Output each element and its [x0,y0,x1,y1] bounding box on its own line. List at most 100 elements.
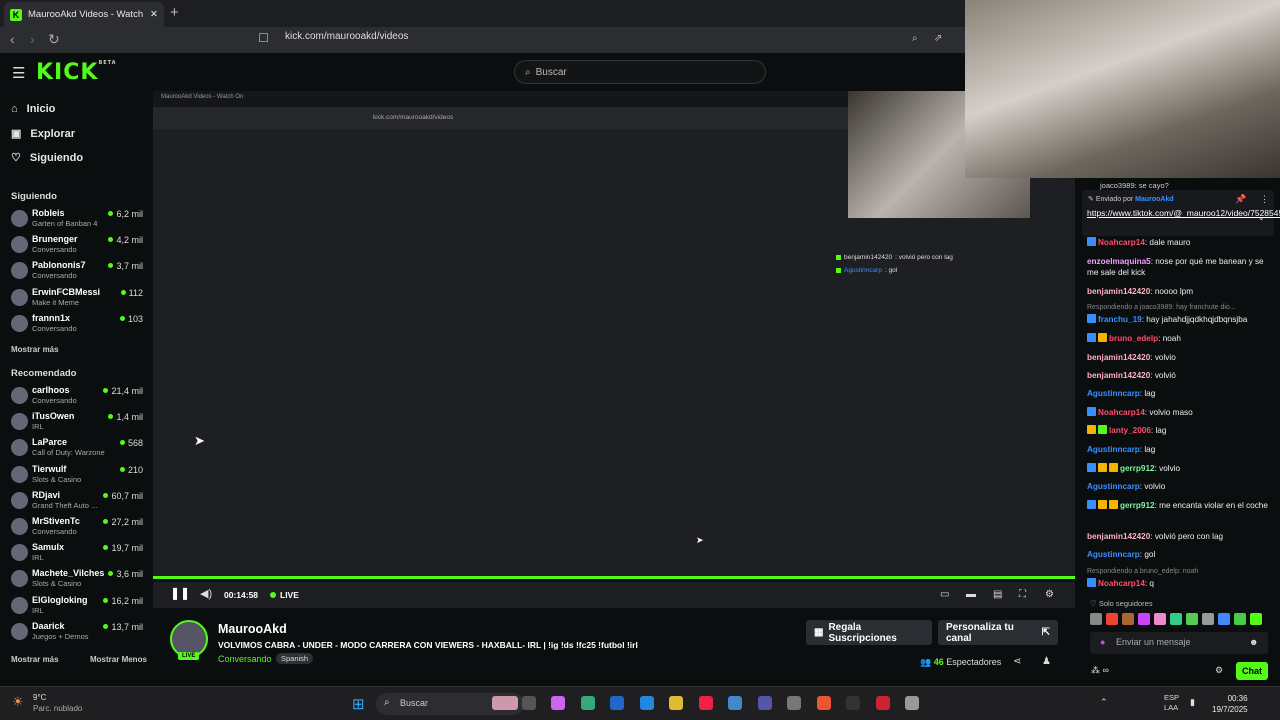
picture-icon[interactable] [492,696,518,710]
brave-icon[interactable] [816,696,831,710]
url-field[interactable]: kick.com/maurooakd/videos [285,31,408,42]
chat-username[interactable]: benjamin142420 [1087,287,1150,296]
back-icon[interactable]: ‹ [10,31,15,47]
chat-username[interactable]: benjamin142420 [1087,532,1150,541]
chat-message[interactable]: Agustinncarp: volvio [1087,481,1272,492]
chat-username[interactable]: Agustinncarp [1087,550,1140,559]
chevron-down-icon[interactable]: ⌄ [1258,213,1265,222]
nav-explore[interactable]: ▣ Explorar [11,127,75,141]
chat-username[interactable]: Agustinncarp [1087,482,1140,491]
emote-icon[interactable] [1186,613,1198,625]
chat-message[interactable]: gerrp912: volvio [1087,463,1272,474]
show-more-following[interactable]: Mostrar más [11,345,59,354]
bookmark-icon[interactable]: ☐ [258,31,269,45]
chat-username[interactable]: gerrp912 [1120,501,1155,510]
emote-icon[interactable] [1122,613,1134,625]
show-less-recommended[interactable]: Mostrar Menos [90,655,147,664]
chat-username[interactable]: Noahcarp14 [1098,579,1145,588]
new-tab-button[interactable]: + [170,4,179,21]
sidebar-channel[interactable]: carlhoos Conversando 21,4 mil [11,385,146,409]
chat-username[interactable]: Agustinncarp [1087,389,1140,398]
store-icon[interactable] [580,696,595,710]
sidebar-channel[interactable]: RDjavi Grand Theft Auto ... 60,7 mil [11,490,146,514]
chat-username[interactable]: benjamin142420 [1087,371,1150,380]
sidebar-channel[interactable]: Daarick Juegos + Demos 13,7 mil [11,621,146,645]
settings-icon[interactable] [905,696,919,710]
chat-message[interactable]: benjamin142420: volvió [1087,370,1272,381]
follow-icon[interactable]: ♟ [1042,656,1051,667]
pause-icon[interactable]: ❚❚ [170,586,190,600]
chat-message[interactable]: Agustinncarp: gol [1087,549,1272,560]
forward-icon[interactable]: › [30,31,35,47]
customize-channel-button[interactable]: Personaliza tu canal ⇱ [938,620,1058,645]
chat-username[interactable]: franchu_19 [1098,315,1142,324]
sidebar-channel[interactable]: MrStivenTc Conversando 27,2 mil [11,516,146,540]
chat-message[interactable]: lanty_2006: lag [1087,425,1272,436]
chat-message[interactable]: Noahcarp14: volvio maso [1087,407,1272,418]
weather-icon[interactable]: ☀ [12,694,24,710]
search-input[interactable]: ⌕ Buscar [514,60,766,84]
fullscreen-icon[interactable]: ⛶ [1019,589,1026,600]
tiktok-icon[interactable] [698,696,713,710]
emote-icon[interactable] [1170,613,1182,625]
chat-message[interactable]: gerrp912: me encanta violar en el coche [1087,500,1272,511]
close-tab-icon[interactable]: ✕ [150,9,158,20]
folder-icon[interactable] [669,696,683,710]
emote-icon[interactable] [1218,613,1230,625]
tray-chevron-icon[interactable]: ⌃ [1100,697,1108,708]
stream-category[interactable]: Conversando [218,654,272,664]
nav-following[interactable]: ♡ Siguiendo [11,151,83,165]
chat-message[interactable]: Noahcarp14: q [1087,578,1272,589]
chat-username[interactable]: lanty_2006 [1109,426,1151,435]
terminal-icon[interactable] [521,696,536,710]
share-icon[interactable]: ⇗ [934,33,942,44]
emote-icon[interactable] [1106,613,1118,625]
obs-icon[interactable] [846,696,860,710]
show-more-recommended[interactable]: Mostrar más [11,655,59,664]
gift-subs-button[interactable]: ▦ Regala Suscripciones [806,620,932,645]
chat-username[interactable]: enzoelmaquina5 [1087,257,1151,266]
chat-message[interactable]: Agustinncarp: lag [1087,388,1272,399]
edge-icon[interactable] [639,696,654,710]
network-icon[interactable]: ▮ [1190,697,1195,708]
language-tag[interactable]: Spanish [276,653,314,664]
emote-icon[interactable] [1138,613,1150,625]
send-chat-button[interactable]: Chat [1236,662,1268,680]
progress-bar[interactable] [153,576,1075,579]
kick-logo[interactable]: KICKBETA [36,60,117,85]
taskbar-clock[interactable]: 00:36 19/7/2025 [1212,693,1248,715]
reload-icon[interactable]: ↻ [48,31,60,48]
share-icon[interactable]: ⋖ [1013,656,1021,667]
sidebar-channel[interactable]: Robleis Garten of Banban 4 6,2 mil [11,208,146,232]
chat-username[interactable]: benjamin142420 [1087,353,1150,362]
chat-message[interactable]: enzoelmaquina5: nose por qué me banean y… [1087,256,1272,278]
copilot-icon[interactable] [551,696,565,710]
points-icon[interactable]: ⁂ ∞ [1091,665,1109,676]
chat-username[interactable]: bruno_edelp [1109,334,1158,343]
language-indicator[interactable]: ESP LAA [1164,693,1179,713]
pinned-link[interactable]: https://www.tiktok.com/@_mauroo12/video/… [1087,208,1280,219]
streamer-name[interactable]: MaurooAkd [218,622,287,636]
chat-message[interactable]: Agustinncarp: lag [1087,444,1272,455]
outlook-icon[interactable] [610,696,624,710]
sidebar-channel[interactable]: Tierwulf Slots & Casino 210 [11,464,146,488]
vpn-icon[interactable] [757,696,772,710]
emote-icon[interactable] [1090,613,1102,625]
windows-start-icon[interactable]: ⊞ [352,695,365,713]
sidebar-channel[interactable]: ErwinFCBMessi Make it Meme 112 [11,287,146,311]
emote-icon[interactable] [1250,613,1262,625]
chat-message[interactable]: benjamin142420: noooo lpm [1087,286,1272,297]
sidebar-channel[interactable]: Pablononis7 Conversando 3,7 mil [11,260,146,284]
pip-icon[interactable]: ▭ [940,589,949,600]
emote-icon[interactable] [1154,613,1166,625]
zoom-icon[interactable]: ⌕ [912,33,918,44]
emote-icon[interactable] [1202,613,1214,625]
chat-username[interactable]: Noahcarp14 [1098,408,1145,417]
emote-icon[interactable] [1234,613,1246,625]
chat-username[interactable]: Agustinncarp [1087,445,1140,454]
unpin-icon[interactable]: 📌 [1235,194,1246,205]
chat-message[interactable]: franchu_19: hay jahahdjjqdkhqjdbqnsjba [1087,314,1272,325]
app-red-icon[interactable] [875,696,890,710]
sidebar-channel[interactable]: Brunenger Conversando 4,2 mil [11,234,146,258]
chat-message[interactable]: benjamin142420: volvio [1087,352,1272,363]
